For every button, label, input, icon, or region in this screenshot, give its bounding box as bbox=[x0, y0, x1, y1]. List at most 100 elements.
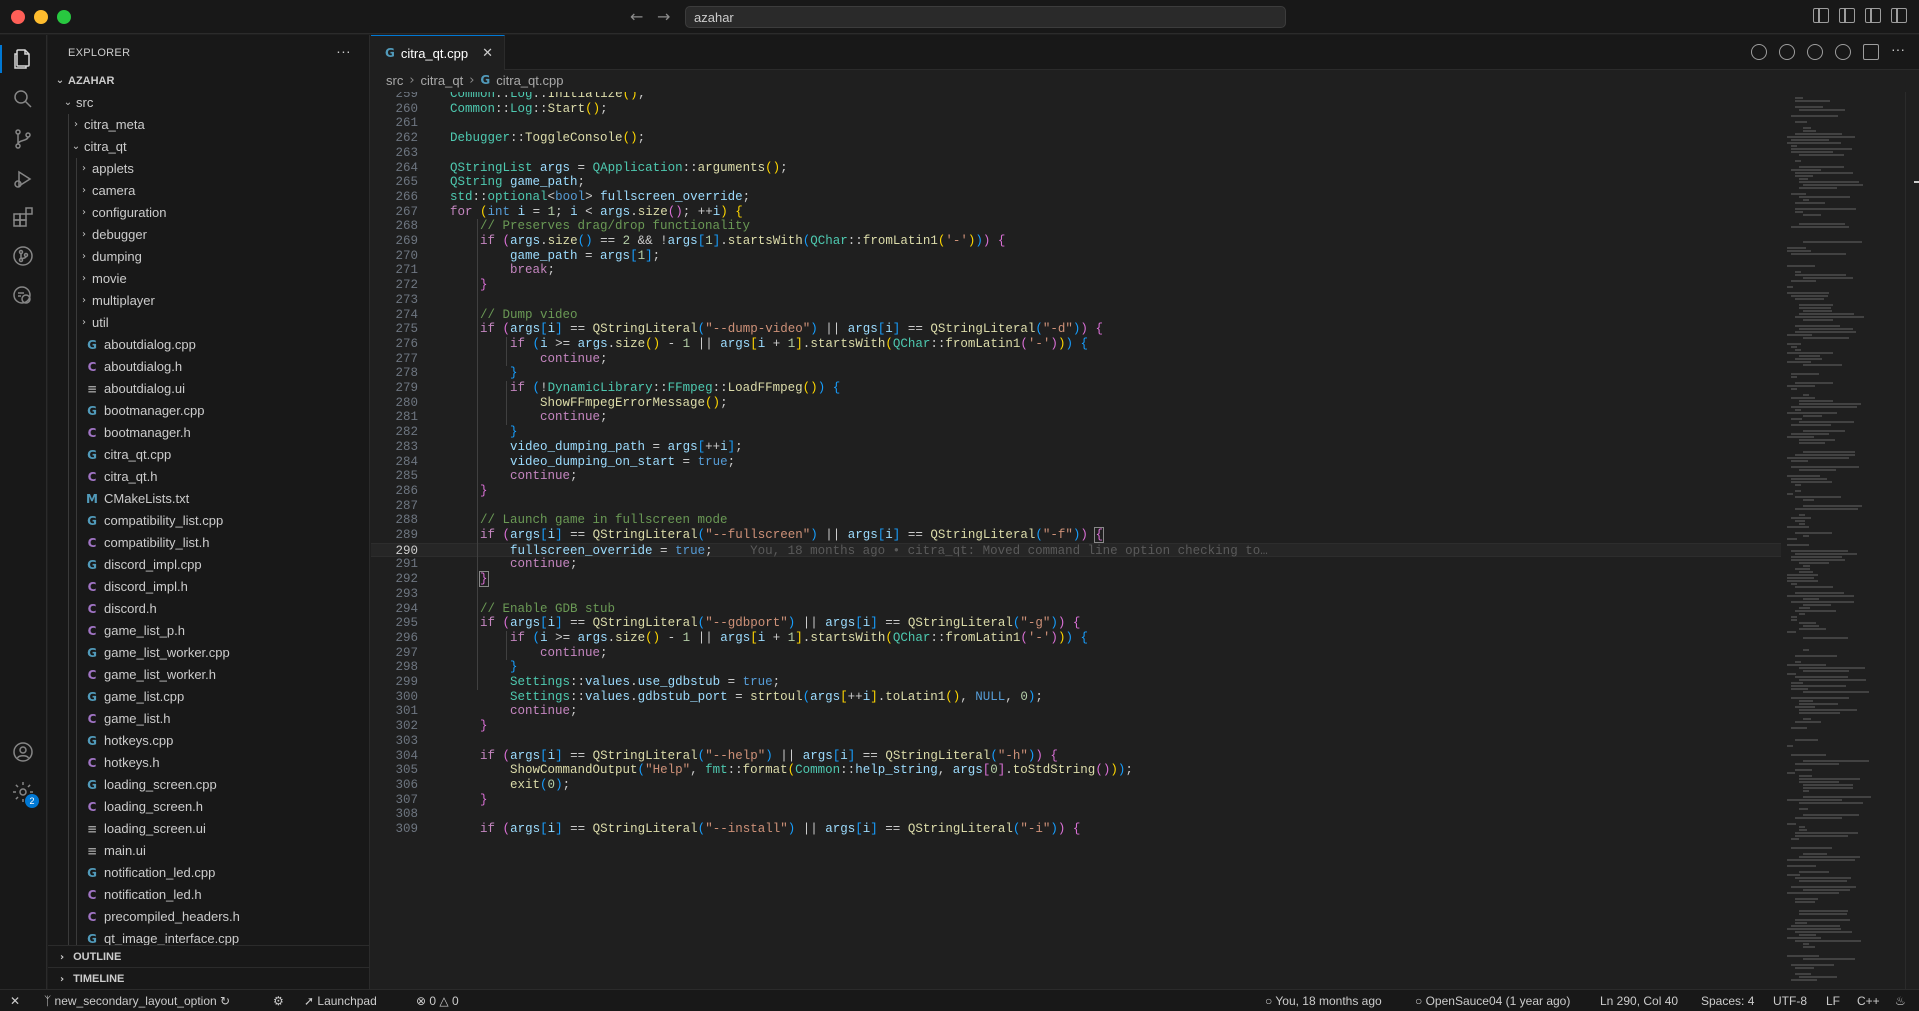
extensions-icon[interactable] bbox=[11, 205, 35, 229]
manage-gear-icon[interactable]: 2 bbox=[11, 780, 39, 808]
breadcrumb-file[interactable]: citra_qt.cpp bbox=[496, 73, 563, 89]
remote-explorer-icon[interactable] bbox=[11, 284, 35, 308]
tree-folder[interactable]: › movie bbox=[48, 268, 369, 290]
open-changes-icon[interactable] bbox=[1835, 44, 1851, 60]
toggle-secondary-sidebar-icon[interactable] bbox=[1891, 8, 1907, 23]
tree-file[interactable]: Gloading_screen.cpp bbox=[48, 774, 369, 796]
tree-file[interactable]: ≡ aboutdialog.ui bbox=[48, 378, 369, 400]
tree-file[interactable]: ≡ main.ui bbox=[48, 840, 369, 862]
more-actions-icon[interactable]: ··· bbox=[336, 43, 351, 59]
code-line[interactable]: 260 Common::Log::Start(); bbox=[371, 102, 1781, 117]
git-author-item[interactable]: ○ OpenSauce04 (1 year ago) bbox=[1415, 994, 1570, 1008]
tree-file[interactable]: Gdiscord_impl.cpp bbox=[48, 554, 369, 576]
tree-file[interactable]: Cnotification_led.h bbox=[48, 884, 369, 906]
code-line[interactable]: 263 bbox=[371, 146, 1781, 161]
tree-folder[interactable]: › configuration bbox=[48, 202, 369, 224]
run-debug-icon[interactable] bbox=[11, 167, 35, 191]
workspace-root[interactable]: ⌄ AZAHAR bbox=[48, 70, 369, 92]
tree-file[interactable]: Gcitra_qt.cpp bbox=[48, 444, 369, 466]
tree-folder[interactable]: › debugger bbox=[48, 224, 369, 246]
code-line[interactable]: 287 bbox=[371, 499, 1781, 514]
code-line[interactable]: 292 } bbox=[371, 571, 1781, 588]
close-window-button[interactable] bbox=[11, 10, 25, 24]
tree-file[interactable]: M CMakeLists.txt bbox=[48, 488, 369, 510]
code-line[interactable]: 265 QString game_path; bbox=[371, 175, 1781, 190]
tree-file[interactable]: Cloading_screen.h bbox=[48, 796, 369, 818]
notifications-bell-icon[interactable]: ♨ bbox=[1895, 994, 1906, 1008]
code-line[interactable]: 289 if (args[i] == QStringLiteral("--ful… bbox=[371, 527, 1781, 543]
code-line[interactable]: 277 continue; bbox=[371, 352, 1781, 367]
tree-file[interactable]: Cdiscord.h bbox=[48, 598, 369, 620]
code-line[interactable]: 269 if (args.size() == 2 && !args[1].sta… bbox=[371, 234, 1781, 249]
code-line[interactable]: 306 exit(0); bbox=[371, 778, 1781, 793]
code-line[interactable]: 303 bbox=[371, 734, 1781, 749]
code-line[interactable]: 279 if (!DynamicLibrary::FFmpeg::LoadFFm… bbox=[371, 381, 1781, 396]
tree-folder[interactable]: ⌄ citra_qt bbox=[48, 136, 369, 158]
code-line[interactable]: 259 Common::Log::Initialize(); bbox=[371, 92, 1781, 102]
code-line[interactable]: 281 continue; bbox=[371, 410, 1781, 425]
code-line[interactable]: 284 video_dumping_on_start = true; bbox=[371, 455, 1781, 470]
problems-item[interactable]: ⊗ 0 △ 0 bbox=[416, 994, 459, 1008]
tree-file[interactable]: Cgame_list_worker.h bbox=[48, 664, 369, 686]
go-forward-icon[interactable] bbox=[1807, 44, 1823, 60]
search-icon[interactable] bbox=[11, 87, 35, 111]
toggle-panel-icon[interactable] bbox=[1865, 8, 1881, 23]
forward-arrow-icon[interactable]: → bbox=[657, 7, 670, 26]
code-line[interactable]: 293 bbox=[371, 587, 1781, 602]
code-line[interactable]: 273 bbox=[371, 293, 1781, 308]
tree-file[interactable]: Cbootmanager.h bbox=[48, 422, 369, 444]
code-editor[interactable]: 259 Common::Log::Initialize(); 260 Common::… bbox=[371, 92, 1781, 989]
code-line[interactable]: 299 Settings::values.use_gdbstub = true; bbox=[371, 675, 1781, 690]
code-line[interactable]: 262 Debugger::ToggleConsole(); bbox=[371, 131, 1781, 146]
code-line[interactable]: 305 ShowCommandOutput("Help", fmt::forma… bbox=[371, 763, 1781, 778]
tree-file[interactable]: Gbootmanager.cpp bbox=[48, 400, 369, 422]
tree-file[interactable]: Ggame_list.cpp bbox=[48, 686, 369, 708]
tree-file[interactable]: Caboutdialog.h bbox=[48, 356, 369, 378]
close-icon[interactable]: ✕ bbox=[482, 46, 493, 70]
tree-folder[interactable]: › util bbox=[48, 312, 369, 334]
tree-folder[interactable]: › dumping bbox=[48, 246, 369, 268]
code-line[interactable]: 264 QStringList args = QApplication::argu… bbox=[371, 161, 1781, 176]
code-line[interactable]: 300 Settings::values.gdbstub_port = strt… bbox=[371, 690, 1781, 705]
tree-folder[interactable]: › applets bbox=[48, 158, 369, 180]
code-line[interactable]: 275 if (args[i] == QStringLiteral("--dum… bbox=[371, 322, 1781, 337]
code-line[interactable]: 308 bbox=[371, 807, 1781, 822]
code-line[interactable]: 309 if (args[i] == QStringLiteral("--ins… bbox=[371, 822, 1781, 837]
tree-folder[interactable]: › multiplayer bbox=[48, 290, 369, 312]
tree-file[interactable]: Chotkeys.h bbox=[48, 752, 369, 774]
code-line[interactable]: 307 } bbox=[371, 793, 1781, 808]
code-line[interactable]: 270 game_path = args[1]; bbox=[371, 249, 1781, 264]
end-of-line[interactable]: LF bbox=[1826, 994, 1840, 1008]
code-line[interactable]: 291 continue; bbox=[371, 557, 1781, 572]
code-line[interactable]: 290 fullscreen_override = true; You, 18 … bbox=[371, 542, 1781, 558]
tree-file[interactable]: Ccompatibility_list.h bbox=[48, 532, 369, 554]
tree-file[interactable]: Cdiscord_impl.h bbox=[48, 576, 369, 598]
timeline-icon[interactable] bbox=[1779, 44, 1795, 60]
split-editor-icon[interactable] bbox=[1863, 44, 1879, 60]
tree-file[interactable]: Ghotkeys.cpp bbox=[48, 730, 369, 752]
minimize-window-button[interactable] bbox=[34, 10, 48, 24]
code-line[interactable]: 295 if (args[i] == QStringLiteral("--gdb… bbox=[371, 616, 1781, 631]
tree-file[interactable]: Ggame_list_worker.cpp bbox=[48, 642, 369, 664]
command-center[interactable]: azahar bbox=[685, 6, 1286, 28]
tree-file[interactable]: Cprecompiled_headers.h bbox=[48, 906, 369, 928]
code-line[interactable]: 261 bbox=[371, 116, 1781, 131]
code-line[interactable]: 286 } bbox=[371, 484, 1781, 499]
remote-indicator-icon[interactable]: ✕ bbox=[10, 994, 20, 1008]
code-line[interactable]: 283 video_dumping_path = args[++i]; bbox=[371, 440, 1781, 455]
language-mode[interactable]: C++ bbox=[1857, 994, 1880, 1008]
indentation[interactable]: Spaces: 4 bbox=[1701, 994, 1754, 1008]
code-line[interactable]: 304 if (args[i] == QStringLiteral("--hel… bbox=[371, 749, 1781, 764]
toggle-primary-sidebar-icon[interactable] bbox=[1839, 8, 1855, 23]
code-line[interactable]: 298 } bbox=[371, 660, 1781, 675]
code-line[interactable]: 267 for (int i = 1; i < args.size(); ++i)… bbox=[371, 205, 1781, 220]
source-control-icon[interactable] bbox=[11, 127, 35, 151]
code-line[interactable]: 302 } bbox=[371, 719, 1781, 734]
tree-file[interactable]: Gnotification_led.cpp bbox=[48, 862, 369, 884]
code-line[interactable]: 272 } bbox=[371, 278, 1781, 293]
tree-file[interactable]: Gaboutdialog.cpp bbox=[48, 334, 369, 356]
encoding[interactable]: UTF-8 bbox=[1773, 994, 1807, 1008]
code-line[interactable]: 274 // Dump video bbox=[371, 308, 1781, 323]
tab-citra-qt-cpp[interactable]: G citra_qt.cpp ✕ bbox=[371, 35, 505, 70]
code-line[interactable]: 280 ShowFFmpegErrorMessage(); bbox=[371, 396, 1781, 411]
